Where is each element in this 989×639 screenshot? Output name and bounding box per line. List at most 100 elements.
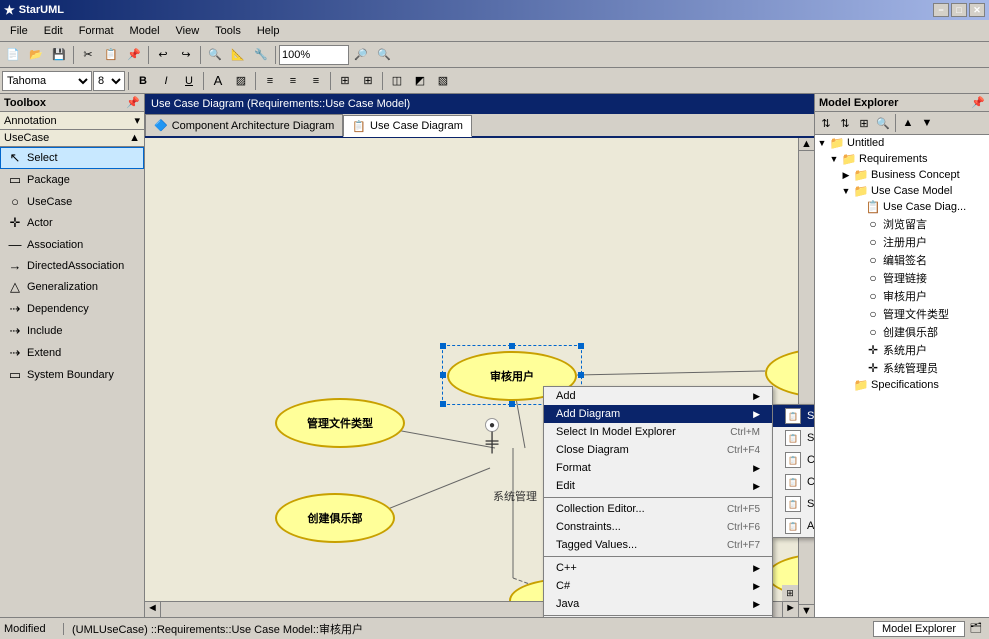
me-sort-btn[interactable]: ⇅ xyxy=(836,114,854,132)
tool-item-select[interactable]: ↖Select xyxy=(0,147,144,169)
sub-item-activity-diagram[interactable]: 📋Activity Diagram xyxy=(773,515,814,537)
toolbox-pin-icon[interactable]: 📌 xyxy=(126,96,140,109)
zoom-in-btn[interactable]: 🔎 xyxy=(350,44,372,66)
menu-item-edit[interactable]: Edit xyxy=(36,23,71,39)
tb1[interactable]: 🔍 xyxy=(204,44,226,66)
tree-item-Business-Concept[interactable]: ▶📁Business Concept xyxy=(815,167,989,183)
tree-item-注册用户[interactable]: ○注册用户 xyxy=(815,233,989,251)
align-right-btn[interactable]: ≡ xyxy=(305,70,327,92)
new-button[interactable]: 📄 xyxy=(2,44,24,66)
canvas[interactable]: ● ╪ 审核用户 浏览留言 管理文件类型 创建俱乐部 管理链接 编辑签名 系统管… xyxy=(145,138,814,617)
extra1[interactable]: ◫ xyxy=(386,70,408,92)
ctx-item-tagged-values[interactable]: Tagged Values...Ctrl+F7 xyxy=(544,536,772,554)
ctx-item-select-in-model-explorer[interactable]: Select In Model ExplorerCtrl+M xyxy=(544,423,772,441)
usecase-管理文件类型[interactable]: 管理文件类型 xyxy=(275,398,405,448)
redo-button[interactable]: ↪ xyxy=(175,44,197,66)
tab-use-case-diagram[interactable]: 📋Use Case Diagram xyxy=(343,115,472,137)
ctx-item-java[interactable]: Java▶ xyxy=(544,595,772,613)
menu-item-view[interactable]: View xyxy=(168,23,208,39)
sub-item-sequence-diagram-role[interactable]: 📋Sequence Diagram (Role) xyxy=(773,427,814,449)
sub-item-collaboration-diagram-role[interactable]: 📋Collaboration Diagram (Role) xyxy=(773,471,814,493)
me-search-btn[interactable]: 🔍 xyxy=(874,114,892,132)
tool-item-generalization[interactable]: △Generalization xyxy=(0,276,144,298)
statusbar-tab-model[interactable]: Model Explorer xyxy=(873,621,965,637)
ctx-item-add-diagram[interactable]: Add Diagram▶ xyxy=(544,405,772,423)
font-select[interactable]: Tahoma xyxy=(2,71,92,91)
tree-item-管理链接[interactable]: ○管理链接 xyxy=(815,269,989,287)
ctx-item-close-diagram[interactable]: Close DiagramCtrl+F4 xyxy=(544,441,772,459)
maximize-button[interactable]: □ xyxy=(951,3,967,17)
statusbar-icon-btn[interactable]: 🗂 xyxy=(967,620,985,638)
ctx-item-add[interactable]: Add▶ xyxy=(544,387,772,405)
minimize-button[interactable]: − xyxy=(933,3,949,17)
tool-item-include[interactable]: ⇢Include xyxy=(0,320,144,342)
tree-item-Use-Case-Diag...[interactable]: 📋Use Case Diag... xyxy=(815,199,989,215)
ctx-item-c[interactable]: C++▶ xyxy=(544,559,772,577)
tree-item-创建俱乐部[interactable]: ○创建俱乐部 xyxy=(815,323,989,341)
tree-item-系统管理员[interactable]: ✛系统管理员 xyxy=(815,359,989,377)
tree-item-浏览留言[interactable]: ○浏览留言 xyxy=(815,215,989,233)
sub-item-sequence-diagram[interactable]: 📋Sequence Diagram xyxy=(773,405,814,427)
extra3[interactable]: ▧ xyxy=(432,70,454,92)
tool-item-extend[interactable]: ⇢Extend xyxy=(0,342,144,364)
open-button[interactable]: 📂 xyxy=(25,44,47,66)
color-btn[interactable]: A xyxy=(207,70,229,92)
bold-btn[interactable]: B xyxy=(132,70,154,92)
tree-item-Requirements[interactable]: ▼📁Requirements xyxy=(815,151,989,167)
me-pin[interactable]: 📌 xyxy=(971,96,985,109)
nav-btn[interactable]: ⊞ xyxy=(782,585,798,601)
tb2[interactable]: 📐 xyxy=(227,44,249,66)
extra2[interactable]: ◩ xyxy=(409,70,431,92)
menu-item-help[interactable]: Help xyxy=(249,23,288,39)
sub-item-collaboration-diagram[interactable]: 📋Collaboration Diagram xyxy=(773,449,814,471)
me-down-btn[interactable]: ▼ xyxy=(918,114,936,132)
align-center-btn[interactable]: ≡ xyxy=(282,70,304,92)
tool-item-usecase[interactable]: ○UseCase xyxy=(0,191,144,212)
me-up-btn[interactable]: ▲ xyxy=(899,114,917,132)
paste-button[interactable]: 📌 xyxy=(123,44,145,66)
tool-item-association[interactable]: —Association xyxy=(0,234,144,255)
tree-item-系统用户[interactable]: ✛系统用户 xyxy=(815,341,989,359)
tab-component-architecture-diagram[interactable]: 🔷Component Architecture Diagram xyxy=(145,114,343,136)
cut-button[interactable]: ✂ xyxy=(77,44,99,66)
tree-item-审核用户[interactable]: ○审核用户 xyxy=(815,287,989,305)
usecase-创建俱乐部[interactable]: 创建俱乐部 xyxy=(275,493,395,543)
underline-btn[interactable]: U xyxy=(178,70,200,92)
menu-item-file[interactable]: File xyxy=(2,23,36,39)
ctx-item-collection-editor[interactable]: Collection Editor...Ctrl+F5 xyxy=(544,500,772,518)
tool-item-actor[interactable]: ✛Actor xyxy=(0,212,144,234)
tb3[interactable]: 🔧 xyxy=(250,44,272,66)
tree-item-Use-Case-Model[interactable]: ▼📁Use Case Model xyxy=(815,183,989,199)
grid-btn[interactable]: ⊞ xyxy=(357,70,379,92)
ctx-item-edit[interactable]: Edit▶ xyxy=(544,477,772,495)
menu-item-format[interactable]: Format xyxy=(71,23,122,39)
me-sync-btn[interactable]: ⇅ xyxy=(817,114,835,132)
italic-btn[interactable]: I xyxy=(155,70,177,92)
ctx-item-c[interactable]: C#▶ xyxy=(544,577,772,595)
snap-btn[interactable]: ⊞ xyxy=(334,70,356,92)
zoom-out-btn[interactable]: 🔍 xyxy=(373,44,395,66)
menu-item-model[interactable]: Model xyxy=(122,23,168,39)
ctx-item-format[interactable]: Format▶ xyxy=(544,459,772,477)
vertical-scrollbar[interactable]: ▲ ▼ xyxy=(798,138,814,617)
tree-item-Untitled[interactable]: ▼📁Untitled xyxy=(815,135,989,151)
save-button[interactable]: 💾 xyxy=(48,44,70,66)
sub-item-statechart-diagram[interactable]: 📋Statechart Diagram xyxy=(773,493,814,515)
fill-btn[interactable]: ▨ xyxy=(230,70,252,92)
undo-button[interactable]: ↩ xyxy=(152,44,174,66)
ctx-item-constraints[interactable]: Constraints...Ctrl+F6 xyxy=(544,518,772,536)
me-filter-btn[interactable]: ⊞ xyxy=(855,114,873,132)
tree-item-管理文件类型[interactable]: ○管理文件类型 xyxy=(815,305,989,323)
zoom-input[interactable] xyxy=(279,45,349,65)
tool-item-package[interactable]: ▭Package xyxy=(0,169,144,191)
tool-item-systemboundary[interactable]: ▭System Boundary xyxy=(0,364,144,386)
menu-item-tools[interactable]: Tools xyxy=(207,23,249,39)
tool-item-dependency[interactable]: ⇢Dependency xyxy=(0,298,144,320)
close-button[interactable]: ✕ xyxy=(969,3,985,17)
align-left-btn[interactable]: ≡ xyxy=(259,70,281,92)
tool-item-directed[interactable]: →DirectedAssociation xyxy=(0,255,144,276)
tree-item-编辑签名[interactable]: ○编辑签名 xyxy=(815,251,989,269)
font-size-select[interactable]: 8 xyxy=(93,71,125,91)
copy-button[interactable]: 📋 xyxy=(100,44,122,66)
tree-item-Specifications[interactable]: 📁Specifications xyxy=(815,377,989,393)
